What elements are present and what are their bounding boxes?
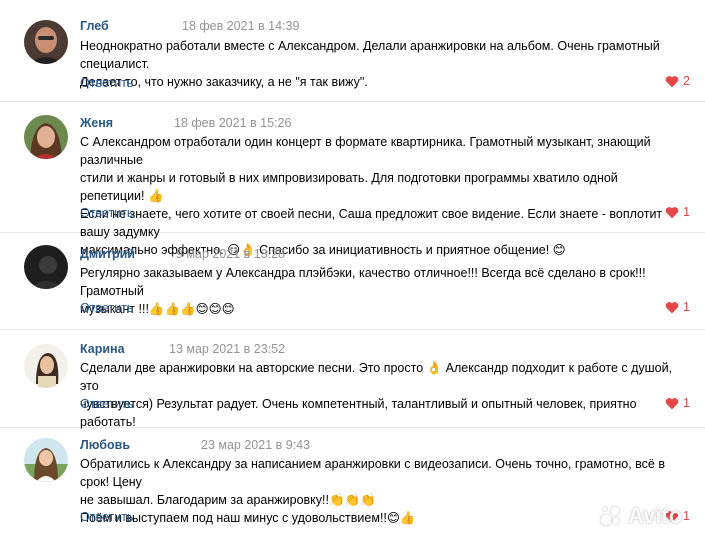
comment-date[interactable]: 18 фев 2021 в 14:39 (182, 19, 299, 33)
comment: Любовь 23 мар 2021 в 9:43 Обратились к А… (0, 428, 705, 540)
like-button[interactable]: 1 (665, 509, 690, 523)
comment-date[interactable]: 9 мар 2021 в 13:28 (176, 247, 285, 261)
avatar-photo (24, 245, 68, 289)
heart-icon (665, 397, 679, 409)
comment-line: Сделали две аранжировки на авторские пес… (80, 361, 673, 393)
like-button[interactable]: 1 (665, 205, 690, 219)
comment: Глеб 18 фев 2021 в 14:39 Неоднократно ра… (0, 0, 705, 102)
avatar[interactable] (24, 245, 68, 289)
comment-line: Поём и выступаем под наш минус с удоволь… (80, 511, 416, 525)
like-button[interactable]: 1 (665, 396, 690, 410)
author-name[interactable]: Женя (80, 116, 113, 130)
like-count: 1 (683, 509, 690, 523)
like-button[interactable]: 2 (665, 74, 690, 88)
comment: Карина 13 мар 2021 в 23:52 Сделали две а… (0, 330, 705, 431)
comment-text: Неоднократно работали вместе с Александр… (80, 37, 680, 91)
reply-button[interactable]: Ответить (80, 397, 133, 411)
comment: Женя 18 фев 2021 в 15:26 С Александром о… (0, 102, 705, 257)
like-count: 2 (683, 74, 690, 88)
comment-date[interactable]: 18 фев 2021 в 15:26 (174, 116, 291, 130)
comment-line: не завышал. Благодарим за аранжировку!!👏… (80, 493, 376, 507)
avatar-photo (24, 438, 68, 482)
avatar[interactable] (24, 344, 68, 388)
reply-button[interactable]: Ответить (80, 206, 133, 220)
heart-icon (665, 206, 679, 218)
author-name[interactable]: Глеб (80, 19, 109, 33)
comment-line: чувствуется) Результат радует. Очень ком… (80, 397, 637, 429)
comment-line: Регулярно заказываем у Александра плэйбэ… (80, 266, 646, 298)
author-name[interactable]: Дмитрий (80, 247, 135, 261)
comment-text: Обратились к Александру за написанием ар… (80, 455, 680, 527)
comment-line: Обратились к Александру за написанием ар… (80, 457, 665, 489)
comment-line: музыкант !!!👍👍👍😊😊😊 (80, 302, 235, 316)
comment-text: Сделали две аранжировки на авторские пес… (80, 359, 680, 431)
heart-icon (665, 75, 679, 87)
avatar-photo (24, 344, 68, 388)
avatar[interactable] (24, 438, 68, 482)
comment-line: Неоднократно работали вместе с Александр… (80, 39, 660, 71)
like-count: 1 (683, 300, 690, 314)
avatar[interactable] (24, 115, 68, 159)
like-count: 1 (683, 396, 690, 410)
comment-line: стили и жанры и готовый в них импровизир… (80, 171, 618, 203)
comment-date[interactable]: 13 мар 2021 в 23:52 (169, 342, 285, 356)
comment-date[interactable]: 23 мар 2021 в 9:43 (201, 438, 310, 452)
author-name[interactable]: Карина (80, 342, 125, 356)
reply-button[interactable]: Ответить (80, 510, 133, 524)
comment: Дмитрий 9 мар 2021 в 13:28 Регулярно зак… (0, 233, 705, 330)
comment-text: Регулярно заказываем у Александра плэйбэ… (80, 264, 680, 318)
author-name[interactable]: Любовь (80, 438, 130, 452)
heart-icon (665, 510, 679, 522)
like-count: 1 (683, 205, 690, 219)
like-button[interactable]: 1 (665, 300, 690, 314)
reply-button[interactable]: Ответить (80, 76, 133, 90)
avatar-photo (24, 20, 68, 64)
comment-line: Делает то, что нужно заказчику, а не "я … (80, 75, 368, 89)
heart-icon (665, 301, 679, 313)
avatar-photo (24, 115, 68, 159)
avatar[interactable] (24, 20, 68, 64)
comment-line: С Александром отработали один концерт в … (80, 135, 651, 167)
reply-button[interactable]: Ответить (80, 301, 133, 315)
